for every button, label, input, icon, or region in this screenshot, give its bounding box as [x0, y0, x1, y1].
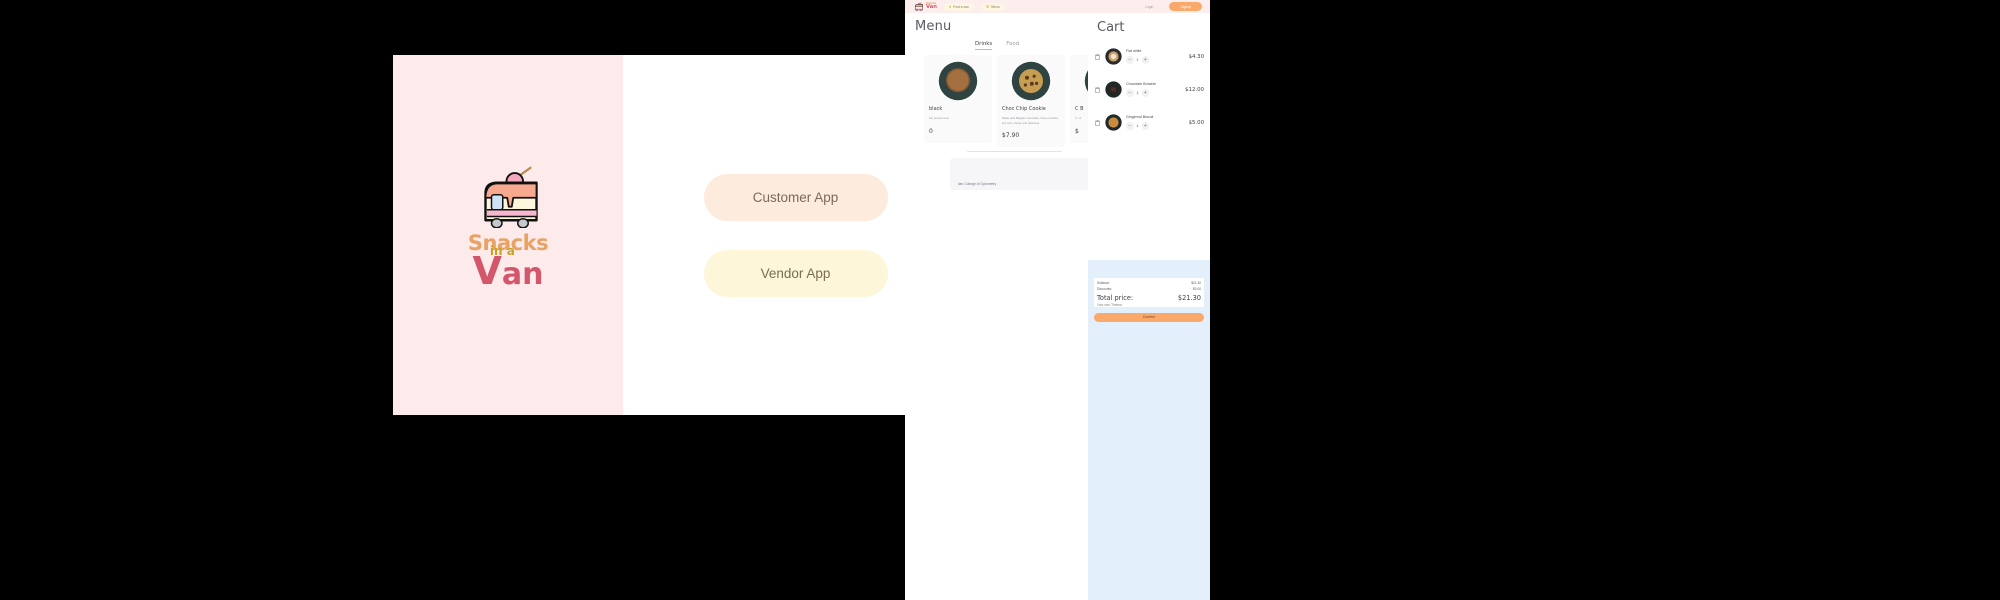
brand-panel: Snacks Van in a: [393, 55, 623, 415]
quantity-stepper: − 1 +: [1126, 56, 1185, 64]
vendor-app-button[interactable]: Vendor App: [703, 249, 888, 297]
increase-quantity-button[interactable]: +: [1141, 122, 1149, 130]
subtotal-line: Subtotal: $21.30: [1097, 281, 1201, 285]
menu-nav-label: Menu: [991, 4, 1000, 9]
menu-list-icon: ☰: [985, 4, 990, 9]
cart-panel: Cart Flat white − 1 + $4.30 Chocolate Br…: [1088, 13, 1210, 600]
find-a-van-label: Find a van: [953, 4, 969, 9]
logo-wordmark: Snacks Van in a: [468, 233, 549, 292]
subtotal-label: Subtotal:: [1097, 281, 1110, 285]
location-pin-icon: ●: [948, 4, 952, 9]
menu-nav-button[interactable]: ☰ Menu: [980, 2, 1005, 11]
trash-icon[interactable]: [1094, 53, 1101, 61]
cart-item-list: Flat white − 1 + $4.30 Chocolate Brownie…: [1088, 35, 1210, 139]
decrease-quantity-button[interactable]: −: [1126, 122, 1134, 130]
navbar-van-text: Van: [926, 4, 937, 11]
cart-totals: Subtotal: $21.30 Discounts: $0.00 Total …: [1094, 278, 1204, 307]
logo-van-row: Van in a: [468, 245, 548, 292]
discounts-label: Discounts:: [1097, 286, 1112, 291]
product-scrollbar[interactable]: [967, 150, 1062, 153]
subtotal-value: $21.30: [1191, 281, 1201, 285]
quantity-value: 1: [1136, 91, 1139, 95]
product-price: 0: [929, 127, 933, 135]
confirm-button[interactable]: Confirm: [1094, 312, 1204, 322]
discounts-line: Discounts: $0.00: [1097, 287, 1201, 291]
cart-item-price: $12.00: [1185, 86, 1204, 93]
cart-panel-background: [1088, 313, 1210, 600]
coffee-photo: [938, 61, 978, 101]
quantity-value: 1: [1136, 124, 1139, 128]
cart-item-name: Chocolate Brownie: [1126, 82, 1157, 87]
signup-button[interactable]: Signup: [1169, 2, 1202, 11]
product-description: Made with Belgian chocolate, these cooki…: [1002, 116, 1059, 125]
increase-quantity-button[interactable]: +: [1141, 56, 1149, 64]
total-value: $21.30: [1177, 293, 1201, 302]
cookie-photo: [1011, 61, 1051, 101]
product-name: black: [929, 106, 943, 112]
quantity-stepper: − 1 +: [1126, 122, 1185, 130]
logo-an-letters: an: [501, 257, 544, 292]
cart-row: Gingernut Biscuit − 1 + $5.00: [1094, 106, 1204, 139]
trash-icon[interactable]: [1094, 86, 1101, 94]
cart-item-price: $5.00: [1188, 119, 1204, 126]
van-location-text: lian College of Optometry: [958, 182, 997, 187]
tab-drinks[interactable]: Drinks: [975, 41, 993, 50]
app-chooser-window: Snacks Van in a Customer App Vendor App: [393, 55, 968, 415]
customer-app-button[interactable]: Customer App: [703, 173, 888, 221]
total-label: Total price:: [1097, 293, 1134, 302]
cart-row: Flat white − 1 + $4.30: [1094, 40, 1204, 73]
increase-quantity-button[interactable]: +: [1141, 89, 1149, 97]
logo: Snacks Van in a: [468, 166, 549, 292]
product-price: $7.90: [1002, 131, 1020, 139]
cart-item-name: Flat white: [1126, 49, 1142, 54]
cart-row: Chocolate Brownie − 1 + $12.00: [1094, 73, 1204, 106]
product-card[interactable]: Choc Chip Cookie Made with Belgian choco…: [997, 55, 1065, 147]
decrease-quantity-button[interactable]: −: [1126, 56, 1134, 64]
ice-cream-van-icon: [484, 166, 538, 228]
decrease-quantity-button[interactable]: −: [1126, 89, 1134, 97]
quantity-value: 1: [1136, 58, 1139, 62]
cart-item-name: Gingernut Biscuit: [1126, 115, 1154, 120]
assigned-van-text: Your van: Thelma: [1097, 302, 1122, 307]
cart-item-thumbnail: [1105, 114, 1122, 131]
product-description: hot poured over: [929, 116, 950, 121]
login-button[interactable]: Login: [1136, 2, 1163, 11]
cart-title: Cart: [1097, 20, 1125, 35]
product-name: Choc Chip Cookie: [1002, 106, 1046, 112]
find-a-van-button[interactable]: ● Find a van: [943, 2, 974, 11]
total-line: Total price: $21.30: [1097, 294, 1201, 302]
cart-item-thumbnail: [1105, 48, 1122, 65]
product-card[interactable]: black hot poured over 0: [924, 55, 992, 143]
cart-item-thumbnail: [1105, 81, 1122, 98]
quantity-stepper: − 1 +: [1126, 89, 1181, 97]
cart-item-price: $4.30: [1188, 53, 1204, 60]
trash-icon[interactable]: [1094, 119, 1101, 127]
screen: Snacks Van in a Customer App Vendor App: [0, 0, 2000, 600]
navbar: Snacks Van ● Find a van ☰ Menu Login Sig…: [905, 0, 1210, 13]
navbar-logo[interactable]: Snacks Van: [913, 2, 937, 11]
ice-cream-van-icon: [914, 2, 923, 11]
tab-food[interactable]: Food: [1006, 41, 1019, 50]
logo-in-a-text: in a: [489, 244, 515, 258]
discounts-value: $0.00: [1193, 286, 1201, 291]
